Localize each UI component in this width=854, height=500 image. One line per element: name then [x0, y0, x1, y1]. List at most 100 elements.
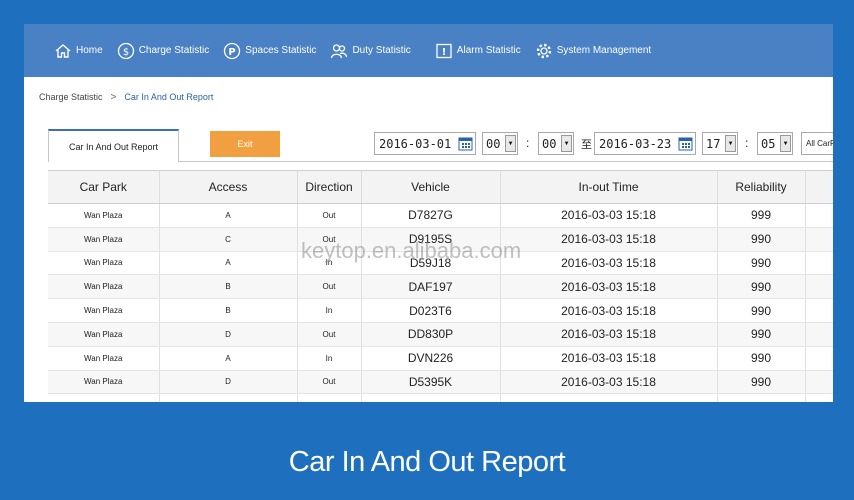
table-cell: 990	[717, 298, 806, 323]
parking-icon: P	[223, 42, 241, 60]
table-cell: Wan Plaza	[48, 227, 160, 252]
table-cell: 2016-03-03 15:18	[500, 203, 718, 228]
table-row[interactable]: Wan Plaza B In D023T6 2016-03-03 15:18 990	[48, 298, 833, 323]
calendar-icon[interactable]	[678, 136, 693, 151]
table-cell: Wan Plaza	[48, 346, 160, 371]
table-row[interactable]: Wan Plaza B Out DAF197 2016-03-03 15:18 990	[48, 274, 833, 300]
page-caption: Car In And Out Report	[288, 446, 566, 478]
table-cell: 990	[717, 274, 806, 300]
breadcrumb-parent[interactable]: Charge Statistic	[39, 92, 103, 102]
table-cell-extra	[805, 227, 833, 252]
table-cell: 2016-03-03 15:18	[500, 251, 718, 276]
chevron-down-icon: ▼	[725, 135, 736, 152]
table-cell	[500, 393, 718, 402]
nav-item-label: Spaces Statistic	[245, 45, 317, 56]
table-cell: D	[159, 322, 298, 347]
end-hour-select[interactable]: 17 ▼	[702, 132, 738, 155]
table-cell: Wan Plaza	[48, 298, 160, 323]
table-cell: Wan Plaza	[48, 370, 160, 395]
table-cell-extra	[805, 251, 833, 276]
table-cell: In	[297, 346, 362, 371]
nav-item-system-management[interactable]: System Management	[535, 42, 651, 60]
end-minute-select[interactable]: 05 ▼	[757, 132, 793, 155]
table-cell: A	[159, 346, 298, 371]
table-cell: Out	[297, 322, 362, 347]
table-cell: D	[159, 370, 298, 395]
table-cell: 2016-03-03 15:18	[500, 370, 718, 395]
table-row[interactable]: Wan Plaza A Out D7827G 2016-03-03 15:18 999	[48, 203, 833, 228]
start-minute-select[interactable]: 00 ▼	[538, 132, 574, 155]
chevron-down-icon: ▼	[561, 135, 572, 152]
nav-item-label: Charge Statistic	[138, 45, 210, 56]
table-cell: Wan Plaza	[48, 393, 160, 402]
table-cell	[361, 393, 501, 402]
end-date-field[interactable]: 2016-03-23	[594, 132, 696, 155]
carpark-value: All CarPark	[806, 139, 833, 148]
table-cell: A	[159, 203, 298, 228]
table-cell: 999	[717, 203, 806, 228]
table-cell: D023T6	[361, 298, 501, 323]
table-row[interactable]: Wan Plaza	[48, 393, 833, 402]
nav-item-label: Home	[76, 45, 103, 56]
carpark-select[interactable]: All CarPark	[801, 132, 833, 155]
nav-item-alarm-statistic[interactable]: ! Alarm Statistic	[435, 42, 521, 60]
table-cell: B	[159, 298, 298, 323]
calendar-icon[interactable]	[458, 136, 473, 151]
table-row[interactable]: Wan Plaza A In DVN226 2016-03-03 15:18 990	[48, 346, 833, 371]
table-cell: DAF197	[361, 274, 501, 300]
table-cell-extra	[805, 203, 833, 228]
column-header-reliability[interactable]: Reliability	[717, 170, 806, 204]
end-date-value: 2016-03-23	[599, 136, 672, 151]
column-header-access[interactable]: Access	[159, 170, 298, 204]
table-cell: In	[297, 298, 362, 323]
top-navbar: Home $ Charge Statistic P Spaces Statist…	[24, 24, 833, 77]
table-cell: A	[159, 251, 298, 276]
nav-item-duty-statistic[interactable]: Duty Statistic	[330, 42, 411, 60]
spacer	[529, 132, 532, 155]
table-cell: Wan Plaza	[48, 251, 160, 276]
table-cell: Out	[297, 370, 362, 395]
table-row[interactable]: Wan Plaza D Out DD830P 2016-03-03 15:18 990	[48, 322, 833, 347]
table-cell: D5395K	[361, 370, 501, 395]
nav-item-home[interactable]: Home	[54, 42, 103, 60]
chevron-down-icon: ▼	[505, 135, 516, 152]
home-icon	[54, 42, 72, 60]
column-header-direction[interactable]: Direction	[297, 170, 362, 204]
column-header-extra	[805, 170, 833, 204]
nav-item-spaces-statistic[interactable]: P Spaces Statistic	[223, 42, 316, 60]
gear-icon	[535, 42, 553, 60]
table-cell: Wan Plaza	[48, 322, 160, 347]
nav-item-charge-statistic[interactable]: $ Charge Statistic	[117, 42, 210, 60]
table-cell: 990	[717, 322, 806, 347]
table-cell: Wan Plaza	[48, 203, 160, 228]
table-cell: 2016-03-03 15:18	[500, 227, 718, 252]
table-cell	[159, 393, 298, 402]
table-row[interactable]: Wan Plaza D Out D5395K 2016-03-03 15:18 990	[48, 370, 833, 395]
users-icon	[330, 42, 348, 60]
report-toolbar: Car In And Out Report Exit 2016-03-01 00…	[48, 129, 833, 162]
dollar-icon: $	[117, 42, 135, 60]
report-table: Car Park Access Direction Vehicle In-out…	[48, 170, 833, 402]
start-date-field[interactable]: 2016-03-01	[374, 132, 476, 155]
table-cell: 2016-03-03 15:18	[500, 322, 718, 347]
table-cell: DD830P	[361, 322, 501, 347]
start-hour-select[interactable]: 00 ▼	[482, 132, 518, 155]
breadcrumb-current[interactable]: Car In And Out Report	[124, 92, 213, 102]
column-header-car-park[interactable]: Car Park	[48, 170, 160, 204]
end-minute-value: 05	[761, 136, 776, 151]
nav-item-label: Alarm Statistic	[456, 45, 521, 56]
end-hour-value: 17	[706, 136, 721, 151]
exit-button[interactable]: Exit	[210, 131, 280, 157]
breadcrumb: Charge Statistic > Car In And Out Report	[24, 77, 833, 117]
tab-car-in-out-report[interactable]: Car In And Out Report	[48, 129, 179, 162]
table-cell	[717, 393, 806, 402]
table-cell: D7827G	[361, 203, 501, 228]
column-header-vehicle[interactable]: Vehicle	[361, 170, 501, 204]
table-cell-extra	[805, 346, 833, 371]
table-cell: 990	[717, 251, 806, 276]
svg-text:P: P	[229, 46, 236, 57]
svg-text:!: !	[442, 47, 447, 58]
start-date-value: 2016-03-01	[379, 136, 452, 151]
column-header-in-out-time[interactable]: In-out Time	[500, 170, 718, 204]
table-cell: 2016-03-03 15:18	[500, 274, 718, 300]
